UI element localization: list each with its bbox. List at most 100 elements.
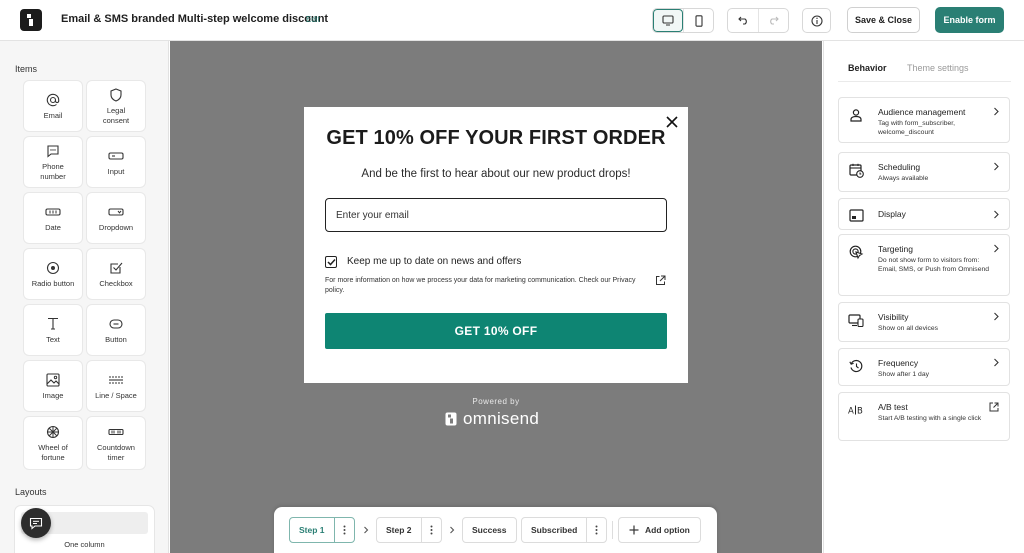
chevron-right-icon [993,162,999,171]
card-ab-test[interactable]: AB A/B test Start A/B testing with a sin… [838,392,1010,441]
email-field[interactable]: Enter your email [325,198,667,232]
card-targeting[interactable]: Targeting Do not show form to visitors f… [838,234,1010,296]
item-wheel-of-fortune[interactable]: Wheel of fortune [24,417,82,469]
more-vertical-icon[interactable] [333,518,354,542]
item-radio-button[interactable]: Radio button [24,249,82,299]
info-button[interactable] [802,8,831,33]
item-checkbox[interactable]: Checkbox [87,249,145,299]
redo-icon [768,16,779,25]
dropdown-icon [108,204,124,220]
item-dropdown[interactable]: Dropdown [87,193,145,243]
chevron-right-icon [993,244,999,253]
chat-support-button[interactable] [21,508,51,538]
save-close-button[interactable]: Save & Close [847,7,920,33]
card-description: Tag with form_subscriber, welcome_discou… [878,120,956,136]
target-icon [848,244,864,260]
more-vertical-icon[interactable] [420,518,441,542]
display-icon [848,207,864,223]
check-icon [326,258,336,266]
chevron-right-icon [993,210,999,219]
success-tab[interactable]: Success [462,517,517,543]
editor-canvas: GET 10% OFF YOUR FIRST ORDER And be the … [170,41,822,553]
desktop-icon [662,15,674,26]
card-title: Frequency [878,358,919,368]
checkbox-icon [109,260,123,276]
card-visibility[interactable]: Visibility Show on all devices [838,302,1010,342]
step-label: Success [472,525,507,535]
popup-subheadline[interactable]: And be the first to hear about our new p… [304,168,688,180]
step-label: Subscribed [531,525,578,535]
item-label: Text [46,334,60,344]
card-frequency[interactable]: Frequency Show after 1 day [838,348,1010,386]
item-date[interactable]: Date [24,193,82,243]
item-label: Button [105,334,127,344]
step-1-tab[interactable]: Step 1 [289,517,355,543]
item-line-space[interactable]: Line / Space [87,361,145,411]
omnisend-brand[interactable]: omnisend [445,409,539,429]
brand-name: omnisend [463,409,540,428]
info-icon [810,14,823,27]
calendar-clock-icon [848,162,864,178]
tab-theme-settings[interactable]: Theme settings [907,63,969,73]
more-vertical-icon[interactable] [586,518,606,542]
desktop-view-button[interactable] [653,9,683,32]
item-label: Date [45,222,61,232]
item-label: Countdown timer [97,442,135,462]
chevron-right-icon [993,358,999,367]
step-label: Step 1 [299,525,325,535]
redo-button[interactable] [758,9,788,32]
powered-by-label: Powered by [472,397,520,406]
item-phone-number[interactable]: Phone number [24,137,82,187]
item-countdown-timer[interactable]: Countdown timer [87,417,145,469]
card-title: Scheduling [878,162,921,172]
item-email[interactable]: Email [24,81,82,131]
chevron-right-icon [993,107,999,116]
undo-icon [737,16,749,25]
consent-checkbox[interactable] [325,256,337,268]
image-icon [46,372,60,388]
item-text[interactable]: Text [24,305,82,355]
item-input[interactable]: Input [87,137,145,187]
item-label: Line / Space [95,390,137,400]
card-scheduling[interactable]: Scheduling Always available [838,152,1010,192]
mobile-icon [694,14,703,27]
item-legal-consent[interactable]: Legal consent [87,81,145,131]
history-icon [848,358,864,374]
divider [612,521,613,539]
device-toggle [652,8,714,33]
step-2-tab[interactable]: Step 2 [376,517,442,543]
item-button[interactable]: Button [87,305,145,355]
popup-headline[interactable]: GET 10% OFF YOUR FIRST ORDER [304,127,688,150]
external-link-icon[interactable] [655,275,666,286]
line-space-icon [108,372,124,388]
signup-popup[interactable]: GET 10% OFF YOUR FIRST ORDER And be the … [304,107,688,383]
omnisend-logo-icon[interactable] [20,9,42,31]
tab-behavior[interactable]: Behavior [848,63,887,73]
countdown-icon [108,424,124,440]
items-heading: Items [15,64,38,74]
chat-icon [29,517,43,530]
card-description: Start A/B testing with a single click [878,415,982,422]
form-title: Email & SMS branded Multi-step welcome d… [61,13,329,25]
card-description: Show after 1 day [878,371,930,378]
undo-button[interactable] [728,9,758,32]
subscribed-tab[interactable]: Subscribed [521,517,608,543]
item-image[interactable]: Image [24,361,82,411]
card-title: Targeting [878,244,913,254]
add-option-button[interactable]: Add option [618,517,701,543]
card-display[interactable]: Display [838,198,1010,230]
edit-title-link[interactable]: Edit [306,15,320,24]
add-option-label: Add option [645,525,690,535]
radio-icon [46,260,60,276]
card-title: Audience management [878,107,966,117]
external-link-icon [989,402,999,412]
enable-form-button[interactable]: Enable form [935,7,1004,33]
date-icon [45,204,61,220]
card-audience-management[interactable]: Audience management Tag with form_subscr… [838,97,1010,143]
mobile-view-button[interactable] [683,9,713,32]
privacy-text[interactable]: For more information on how we process y… [325,276,655,296]
wheel-icon [46,424,60,440]
svg-text:B: B [857,407,863,416]
cta-button[interactable]: GET 10% OFF [325,313,667,349]
message-icon [46,143,60,159]
